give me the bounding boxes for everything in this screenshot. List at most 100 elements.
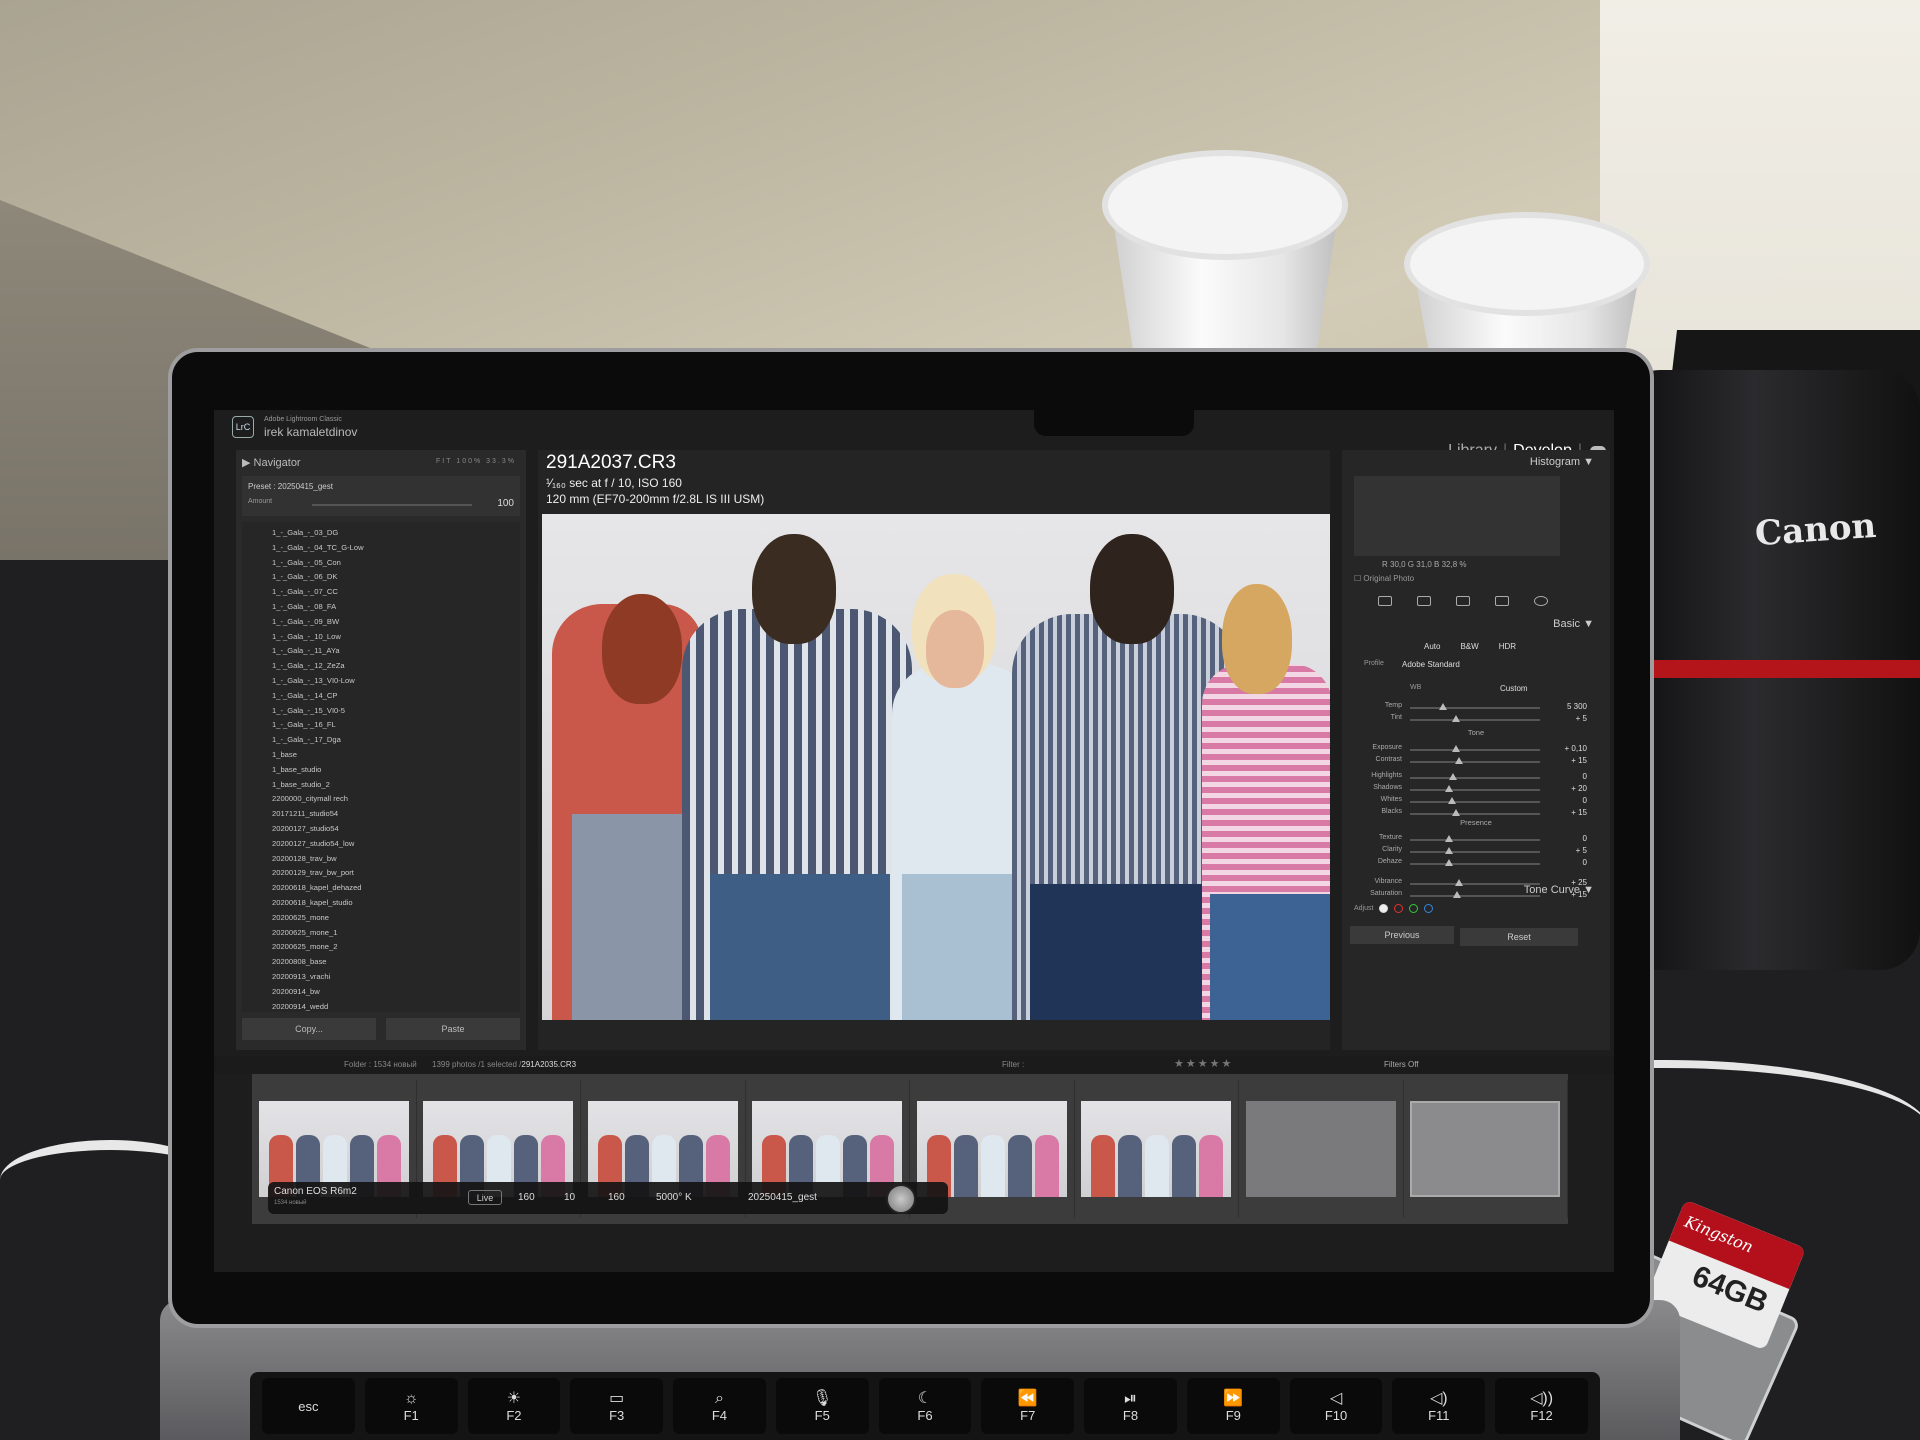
camera-name[interactable]: Canon EOS R6m2 (274, 1186, 357, 1197)
slider-value[interactable]: + 15 (1571, 756, 1587, 765)
slider-knob[interactable] (1447, 797, 1456, 804)
crop-icon[interactable] (1417, 596, 1431, 606)
key-f1[interactable]: ☼ F1 (364, 1378, 458, 1434)
preset-item[interactable]: 20200625_mone_1 (272, 926, 520, 941)
preset-item[interactable]: 1_-_Gala_-_13_VI0-Low (272, 674, 520, 689)
key-f8[interactable]: ⏯ F8 (1084, 1378, 1177, 1434)
curve-green-channel-icon[interactable] (1409, 904, 1419, 913)
curve-red-channel-icon[interactable] (1394, 904, 1404, 913)
slider-track[interactable] (1410, 813, 1540, 815)
amount-slider[interactable] (312, 504, 472, 506)
slider-temp[interactable]: Temp 5 300 (1362, 702, 1587, 714)
preset-item[interactable]: 1_-_Gala_-_08_FA (272, 600, 520, 615)
preset-item[interactable]: 1_-_Gala_-_16_FL (272, 718, 520, 733)
key-f3[interactable]: ▭ F3 (570, 1378, 664, 1434)
masking-icon[interactable] (1534, 596, 1548, 606)
key-f7[interactable]: ⏪ F7 (981, 1378, 1075, 1434)
develop-settings[interactable]: 20250415_gest (748, 1192, 817, 1203)
preset-item[interactable]: 20200618_kapel_dehazed (272, 881, 520, 896)
slider-shadows[interactable]: Shadows + 20 (1362, 784, 1587, 796)
preset-item[interactable]: 20200127_studio54 (272, 822, 520, 837)
iso[interactable]: 160 (608, 1192, 625, 1203)
key-f5[interactable]: 🎙 F5 (775, 1378, 869, 1434)
reset-button[interactable]: Reset (1460, 928, 1578, 946)
key-f6[interactable]: ☾ F6 (878, 1378, 972, 1434)
original-photo-checkbox[interactable]: ☐ Original Photo (1354, 574, 1414, 583)
slider-value[interactable]: 0 (1583, 834, 1587, 843)
preset-item[interactable]: 1_-_Gala_-_17_Dga (272, 733, 520, 748)
slider-knob[interactable] (1445, 859, 1453, 866)
hdr-button[interactable]: HDR (1499, 642, 1516, 651)
basic-title[interactable]: Basic ▼ (1553, 618, 1594, 630)
slider-track[interactable] (1410, 851, 1540, 853)
curve-point-icon[interactable] (1379, 904, 1389, 913)
slider-track[interactable] (1410, 839, 1540, 841)
edit-sliders-icon[interactable] (1378, 596, 1392, 606)
slider-knob[interactable] (1451, 809, 1460, 816)
preset-item[interactable]: 1_-_Gala_-_15_VI0-5 (272, 704, 520, 719)
slider-contrast[interactable]: Contrast + 15 (1362, 756, 1587, 768)
slider-value[interactable]: 0 (1583, 796, 1587, 805)
slider-value[interactable]: + 20 (1571, 784, 1587, 793)
slider-texture[interactable]: Texture 0 (1362, 834, 1587, 846)
preset-item[interactable]: 20200913_vrachi (272, 970, 520, 985)
slider-clarity[interactable]: Clarity + 5 (1362, 846, 1587, 858)
slider-whites[interactable]: Whites 0 (1362, 796, 1587, 808)
slider-track[interactable] (1410, 883, 1540, 885)
profile-dropdown[interactable]: Adobe Standard (1402, 660, 1460, 669)
slider-knob[interactable] (1445, 835, 1453, 842)
main-photo[interactable] (542, 514, 1330, 1020)
preset-item[interactable]: 2200000_citymall rech (272, 792, 520, 807)
rating-filter[interactable]: ★★★★★ (1174, 1057, 1233, 1070)
folder-info[interactable]: Folder : 1534 новый (344, 1060, 417, 1069)
preset-item[interactable]: 20200625_mone_2 (272, 940, 520, 955)
slider-knob[interactable] (1451, 715, 1460, 722)
slider-value[interactable]: 5 300 (1567, 702, 1587, 711)
slider-track[interactable] (1410, 749, 1540, 751)
key-f9[interactable]: ⏩ F9 (1186, 1378, 1280, 1434)
preset-item[interactable]: 1_-_Gala_-_14_CP (272, 689, 520, 704)
preset-item[interactable]: 1_-_Gala_-_06_DK (272, 570, 520, 585)
key-f4[interactable]: ⌕ F4 (673, 1378, 766, 1434)
preset-item[interactable]: 1_-_Gala_-_07_CC (272, 585, 520, 600)
preset-item[interactable]: 1_base_studio_2 (272, 778, 520, 793)
preset-item[interactable]: 20200914_bw (272, 985, 520, 1000)
slider-value[interactable]: + 0,10 (1565, 744, 1587, 753)
wb-dropdown[interactable]: Custom (1500, 684, 1528, 693)
slider-knob[interactable] (1455, 757, 1464, 764)
slider-track[interactable] (1410, 789, 1540, 791)
slider-track[interactable] (1410, 895, 1540, 897)
preset-item[interactable]: 20200808_base (272, 955, 520, 970)
preset-item[interactable]: 1_base_studio (272, 763, 520, 778)
tone-curve-title[interactable]: Tone Curve ▼ (1524, 884, 1594, 896)
shutter-speed[interactable]: 160 (518, 1192, 535, 1203)
preset-item[interactable]: 1_-_Gala_-_10_Low (272, 630, 520, 645)
preset-item[interactable]: 1_-_Gala_-_11_AYa (272, 644, 520, 659)
slider-knob[interactable] (1455, 879, 1464, 886)
capture-button[interactable] (886, 1184, 916, 1214)
slider-tint[interactable]: Tint + 5 (1362, 714, 1587, 726)
navigator-header[interactable]: ▶ Navigator (242, 456, 301, 469)
slider-track[interactable] (1410, 777, 1540, 779)
histogram-title[interactable]: Histogram ▼ (1530, 456, 1594, 468)
key-f12[interactable]: ◁)) F12 (1495, 1378, 1588, 1434)
slider-track[interactable] (1410, 761, 1540, 763)
slider-track[interactable] (1410, 863, 1540, 865)
previous-button[interactable]: Previous (1350, 926, 1454, 944)
slider-highlights[interactable]: Highlights 0 (1362, 772, 1587, 784)
slider-value[interactable]: 0 (1583, 772, 1587, 781)
red-eye-icon[interactable] (1495, 596, 1509, 606)
preset-item[interactable]: 20200618_kapel_studio (272, 896, 520, 911)
slider-blacks[interactable]: Blacks + 15 (1362, 808, 1587, 820)
preset-item[interactable]: 20200914_wedd (272, 1000, 520, 1013)
aperture[interactable]: 10 (564, 1192, 575, 1203)
preset-item[interactable]: 1_base (272, 748, 520, 763)
white-balance[interactable]: 5000° K (656, 1192, 692, 1203)
slider-exposure[interactable]: Exposure + 0,10 (1362, 744, 1587, 756)
key-f2[interactable]: ☀ F2 (467, 1378, 561, 1434)
slider-knob[interactable] (1445, 785, 1453, 792)
filmstrip-thumbnail[interactable] (1404, 1080, 1568, 1218)
preset-item[interactable]: 20171211_studio54 (272, 807, 520, 822)
slider-knob[interactable] (1445, 847, 1453, 854)
slider-knob[interactable] (1448, 773, 1457, 780)
